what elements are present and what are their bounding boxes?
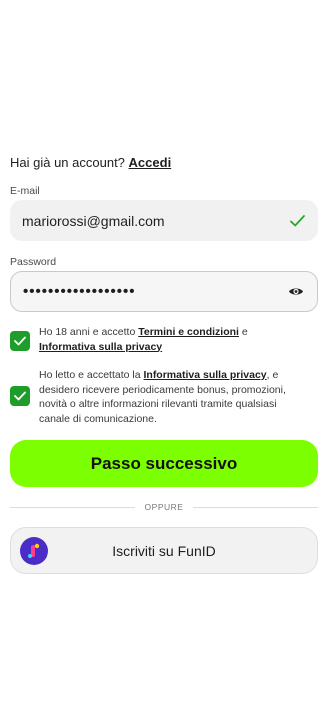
checkmark-icon — [288, 212, 306, 230]
marketing-checkbox[interactable] — [10, 386, 30, 406]
check-icon — [14, 391, 26, 401]
password-field-container — [10, 271, 318, 312]
consent-terms-text: Ho 18 anni e accetto Termini e condizion… — [39, 325, 248, 354]
password-input[interactable] — [23, 283, 287, 300]
consent-marketing-text: Ho letto e accettato la Informativa sull… — [39, 368, 310, 426]
consent-terms-mid: e — [238, 326, 248, 338]
or-divider: OPPURE — [10, 500, 318, 514]
email-input[interactable] — [22, 212, 288, 229]
divider-line-left — [10, 506, 135, 508]
funid-signup-label: Iscriviti su FunID — [112, 542, 216, 559]
login-prompt-text: Hai già un account? — [10, 155, 125, 170]
consent-terms-prefix: Ho 18 anni e accetto — [39, 326, 139, 338]
privacy-link[interactable]: Informativa sulla privacy — [39, 341, 162, 353]
divider-label: OPPURE — [144, 502, 184, 512]
check-icon — [14, 336, 26, 346]
funid-signup-button[interactable]: Iscriviti su FunID — [10, 527, 318, 574]
password-label: Password — [10, 256, 57, 268]
email-field-container — [10, 200, 318, 241]
consent-marketing-prefix: Ho letto e accettato la — [39, 369, 144, 381]
login-prompt: Hai già un account? Accedi — [10, 155, 171, 170]
divider-line-right — [193, 506, 318, 508]
terms-checkbox[interactable] — [10, 331, 30, 351]
login-link[interactable]: Accedi — [129, 155, 172, 170]
privacy-link-2[interactable]: Informativa sulla privacy — [143, 369, 266, 381]
consent-terms-row: Ho 18 anni e accetto Termini e condizion… — [10, 325, 310, 354]
consent-marketing-row: Ho letto e accettato la Informativa sull… — [10, 368, 310, 426]
funid-logo-icon — [20, 537, 48, 565]
eye-icon[interactable] — [287, 283, 305, 301]
email-label: E-mail — [10, 185, 40, 197]
terms-link[interactable]: Termini e condizioni — [138, 326, 239, 338]
next-step-button[interactable]: Passo successivo — [10, 440, 318, 487]
